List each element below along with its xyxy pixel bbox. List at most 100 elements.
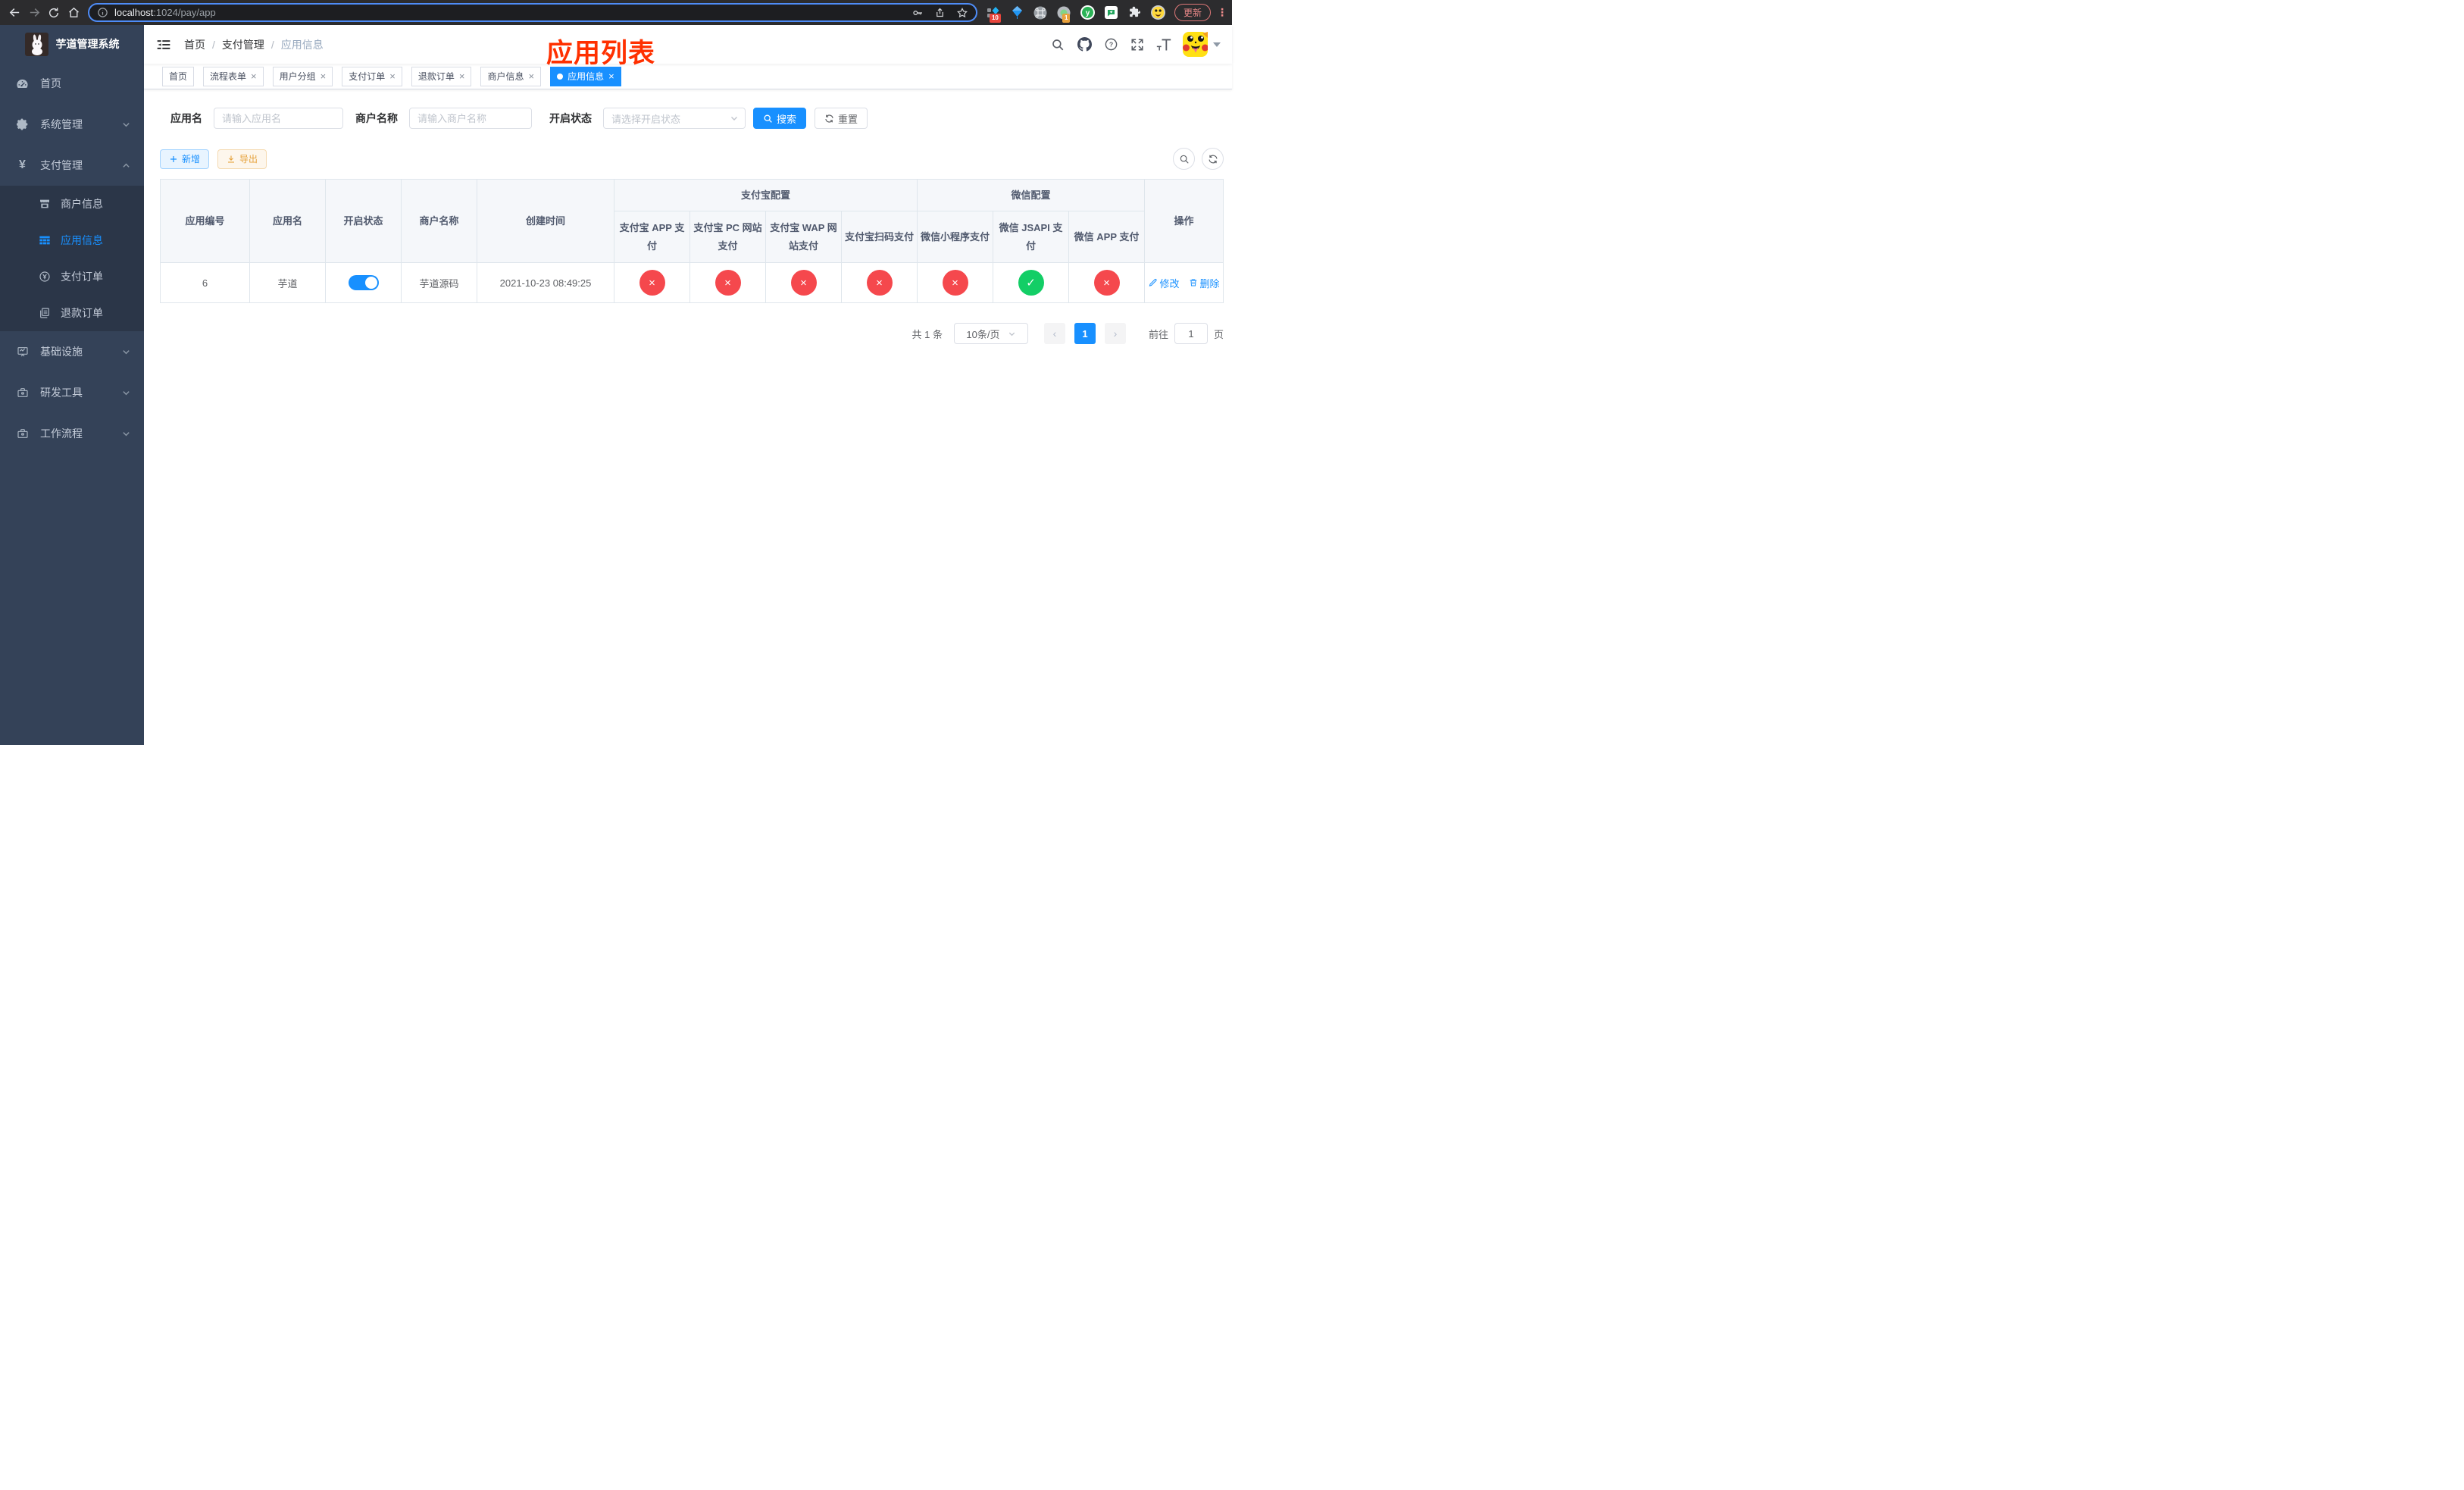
github-icon[interactable] (1077, 37, 1092, 52)
goto-page-input[interactable] (1174, 323, 1208, 344)
help-icon[interactable]: ? (1103, 37, 1118, 52)
gear-icon (16, 118, 29, 131)
extension-command-icon[interactable] (1033, 5, 1048, 20)
page-content: 应用名 商户名称 开启状态 请选择开启状态 搜索 重置 (144, 89, 1232, 745)
browser-menu-icon[interactable]: ⋮ (1217, 6, 1227, 19)
page-size-select[interactable]: 10条/页 (953, 323, 1028, 344)
status-select-placeholder: 请选择开启状态 (611, 113, 681, 125)
app-name-label: 应用名 (170, 112, 202, 124)
search-icon[interactable] (1050, 37, 1065, 52)
sidebar-item-workflow[interactable]: 工作流程 (0, 413, 144, 454)
current-page-button[interactable]: 1 (1074, 323, 1096, 344)
breadcrumb: 首页 / 支付管理 / 应用信息 (184, 37, 324, 52)
tag-user-group[interactable]: 用户分组 × (272, 66, 333, 86)
reset-button[interactable]: 重置 (815, 108, 868, 129)
sidebar-item-app-info[interactable]: 应用信息 (0, 222, 144, 258)
svg-text:?: ? (1108, 41, 1112, 49)
extension-yudao-icon[interactable]: y (1080, 5, 1095, 20)
sidebar-item-merchant-info[interactable]: 商户信息 (0, 186, 144, 222)
pencil-icon (1149, 278, 1157, 286)
merchant-name-input[interactable] (409, 108, 532, 129)
close-icon[interactable]: × (608, 71, 614, 81)
close-icon[interactable]: × (389, 71, 396, 81)
next-page-button[interactable]: › (1104, 323, 1126, 344)
status-label: 开启状态 (549, 112, 592, 124)
sidebar-item-dev-tools[interactable]: 研发工具 (0, 372, 144, 413)
alipay-app-status-icon: × (639, 270, 665, 296)
status-toggle[interactable] (348, 275, 379, 290)
extension-diamond-icon[interactable]: 10 (987, 5, 1001, 23)
close-icon[interactable]: × (251, 71, 257, 81)
sidebar-logo[interactable]: 芋道管理系统 (0, 25, 144, 63)
tag-process-form[interactable]: 流程表单 × (203, 66, 264, 86)
export-button[interactable]: 导出 (217, 149, 267, 169)
col-app-name: 应用名 (249, 179, 326, 263)
monitor-chart-icon (16, 346, 29, 358)
extension-kite-icon[interactable] (1010, 5, 1024, 20)
app-name-input[interactable] (214, 108, 343, 129)
edit-link[interactable]: 修改 (1149, 276, 1180, 290)
chevron-down-icon (122, 121, 130, 129)
logo-rabbit-image (24, 32, 48, 56)
refresh-icon (1208, 155, 1218, 163)
breadcrumb-payment[interactable]: 支付管理 (222, 37, 264, 52)
sidebar-item-label: 首页 (40, 77, 61, 89)
briefcase-icon (16, 427, 29, 440)
refresh-table-button[interactable] (1202, 148, 1224, 170)
table-row: 6 芋道 芋道源码 2021-10-23 08:49:25 × × × × × … (160, 262, 1224, 303)
share-icon[interactable] (934, 7, 946, 18)
cell-app-name: 芋道 (249, 262, 326, 303)
sidebar-item-refund-orders[interactable]: 退款订单 (0, 295, 144, 331)
tag-refund-orders[interactable]: 退款订单 × (411, 66, 472, 86)
browser-reload-button[interactable] (44, 3, 64, 23)
browser-extensions: 10 1 y (987, 5, 1165, 23)
close-icon[interactable]: × (528, 71, 534, 81)
add-button[interactable]: 新增 (160, 149, 210, 169)
site-info-icon[interactable] (97, 7, 108, 18)
extension-chat-icon[interactable] (1104, 5, 1118, 20)
tag-payment-orders[interactable]: 支付订单 × (342, 66, 402, 86)
font-size-icon[interactable] (1156, 37, 1171, 52)
toggle-search-button[interactable] (1173, 148, 1195, 170)
bookmark-star-icon[interactable] (956, 7, 968, 19)
avatar (1183, 32, 1208, 57)
delete-link[interactable]: 删除 (1189, 276, 1220, 290)
plus-icon (170, 155, 177, 162)
sidebar-item-payment-orders[interactable]: 支付订单 (0, 258, 144, 295)
table-toolbar: 新增 导出 (160, 148, 1224, 170)
prev-page-button[interactable]: ‹ (1043, 323, 1065, 344)
col-alipay-qr: 支付宝扫码支付 (840, 211, 918, 263)
address-bar[interactable]: localhost:1024/pay/app (88, 3, 977, 22)
tag-merchant-info[interactable]: 商户信息 × (480, 66, 542, 86)
breadcrumb-home[interactable]: 首页 (184, 37, 205, 52)
browser-update-button[interactable]: 更新 (1174, 4, 1211, 21)
alipay-wap-status-icon: × (790, 270, 817, 296)
top-navbar: 首页 / 支付管理 / 应用信息 应用列表 ? (144, 25, 1232, 68)
password-key-icon[interactable] (911, 7, 924, 19)
tag-home[interactable]: 首页 (162, 66, 195, 86)
fullscreen-icon[interactable] (1130, 37, 1145, 52)
browser-home-button[interactable] (64, 3, 83, 23)
search-button[interactable]: 搜索 (753, 108, 807, 129)
browser-back-button[interactable] (5, 3, 24, 23)
status-select[interactable]: 请选择开启状态 (603, 108, 746, 129)
alipay-qr-status-icon: × (866, 270, 893, 296)
user-menu[interactable] (1183, 32, 1221, 57)
sidebar-item-system[interactable]: 系统管理 (0, 104, 144, 145)
sidebar-item-label: 系统管理 (40, 118, 83, 130)
sidebar-item-label: 支付管理 (40, 159, 83, 171)
close-icon[interactable]: × (321, 71, 327, 81)
col-wechat-mini: 微信小程序支付 (917, 211, 994, 263)
col-alipay-app: 支付宝 APP 支付 (614, 211, 690, 263)
browser-forward-button[interactable] (24, 3, 44, 23)
sidebar-item-payment[interactable]: ¥ 支付管理 (0, 145, 144, 186)
extension-puzzle-icon[interactable] (1127, 5, 1142, 20)
navbar-actions: ? (1050, 32, 1232, 57)
close-icon[interactable]: × (459, 71, 465, 81)
sidebar-item-home[interactable]: 首页 (0, 63, 144, 104)
extension-recorder-icon[interactable]: 1 (1057, 5, 1071, 23)
extension-emoji-icon[interactable] (1150, 5, 1165, 20)
sidebar-collapse-icon[interactable] (156, 37, 171, 52)
wechat-mini-status-icon: × (942, 270, 968, 296)
sidebar-item-infrastructure[interactable]: 基础设施 (0, 331, 144, 372)
